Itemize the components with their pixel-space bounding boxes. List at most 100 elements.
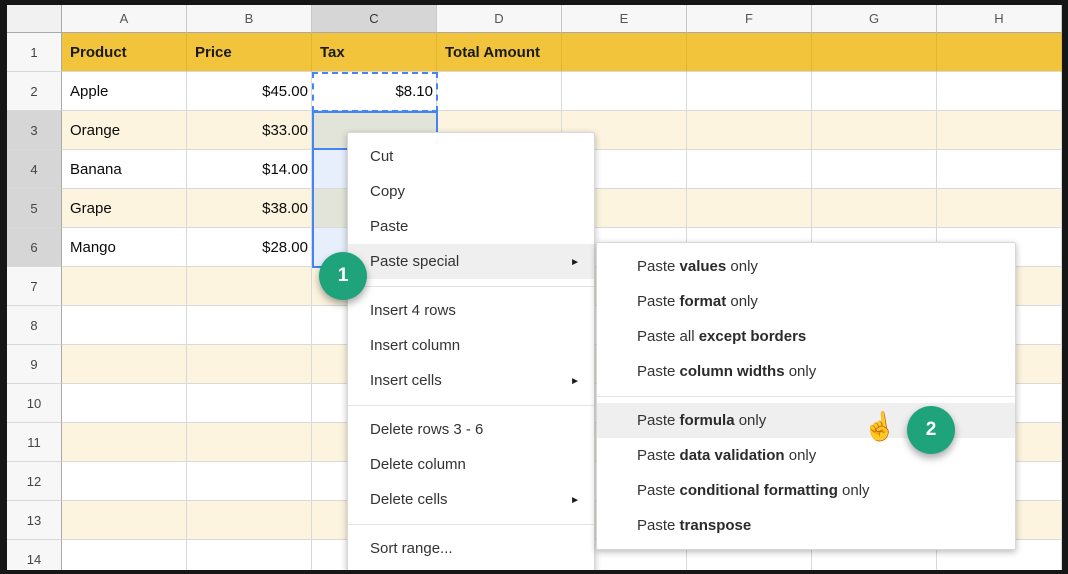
cell-B11[interactable] bbox=[187, 423, 312, 462]
menu-item-paste-data-validation-only[interactable]: Paste data validation only bbox=[597, 438, 1015, 473]
row-header-12[interactable]: 12 bbox=[7, 462, 62, 501]
cell-A6[interactable]: Mango bbox=[62, 228, 187, 267]
cell-F1[interactable] bbox=[687, 33, 812, 72]
menu-item-insert-4-rows[interactable]: Insert 4 rows bbox=[348, 293, 594, 328]
cell-B3[interactable]: $33.00 bbox=[187, 111, 312, 150]
row-header-3[interactable]: 3 bbox=[7, 111, 62, 150]
row-header-6[interactable]: 6 bbox=[7, 228, 62, 267]
cell-A11[interactable] bbox=[62, 423, 187, 462]
cell-B6[interactable]: $28.00 bbox=[187, 228, 312, 267]
menu-item-paste-column-widths-only[interactable]: Paste column widths only bbox=[597, 354, 1015, 389]
cell-H1[interactable] bbox=[937, 33, 1062, 72]
menu-item-delete-cells[interactable]: Delete cells► bbox=[348, 482, 594, 517]
row-header-11[interactable]: 11 bbox=[7, 423, 62, 462]
cell-E2[interactable] bbox=[562, 72, 687, 111]
cell-A10[interactable] bbox=[62, 384, 187, 423]
select-all-corner[interactable] bbox=[7, 5, 62, 33]
menu-item-sort-range[interactable]: Sort range... bbox=[348, 531, 594, 566]
row-header-7[interactable]: 7 bbox=[7, 267, 62, 306]
cell-H2[interactable] bbox=[937, 72, 1062, 111]
cell-G5[interactable] bbox=[812, 189, 937, 228]
cell-H5[interactable] bbox=[937, 189, 1062, 228]
menu-item-insert-cells[interactable]: Insert cells► bbox=[348, 363, 594, 398]
cell-H3[interactable] bbox=[937, 111, 1062, 150]
row-header-4[interactable]: 4 bbox=[7, 150, 62, 189]
context-menu-separator bbox=[348, 524, 594, 525]
menu-item-paste-format-only[interactable]: Paste format only bbox=[597, 284, 1015, 319]
menu-item-paste-special[interactable]: Paste special► bbox=[348, 244, 594, 279]
context-menu: CutCopyPastePaste special►Insert 4 rowsI… bbox=[347, 132, 595, 570]
submenu-arrow-icon: ► bbox=[570, 483, 580, 518]
menu-item-cut[interactable]: Cut bbox=[348, 139, 594, 174]
cell-E1[interactable] bbox=[562, 33, 687, 72]
menu-item-delete-column[interactable]: Delete column bbox=[348, 447, 594, 482]
cell-B5[interactable]: $38.00 bbox=[187, 189, 312, 228]
pointer-hand-cursor-icon: ☝ bbox=[861, 409, 899, 445]
cell-A2[interactable]: Apple bbox=[62, 72, 187, 111]
col-header-B[interactable]: B bbox=[187, 5, 312, 33]
row-header-5[interactable]: 5 bbox=[7, 189, 62, 228]
cell-D2[interactable] bbox=[437, 72, 562, 111]
submenu-arrow-icon: ► bbox=[570, 364, 580, 399]
cell-B7[interactable] bbox=[187, 267, 312, 306]
col-header-F[interactable]: F bbox=[687, 5, 812, 33]
cell-B1[interactable]: Price bbox=[187, 33, 312, 72]
cell-B9[interactable] bbox=[187, 345, 312, 384]
row-header-13[interactable]: 13 bbox=[7, 501, 62, 540]
cell-F4[interactable] bbox=[687, 150, 812, 189]
cell-H4[interactable] bbox=[937, 150, 1062, 189]
menu-item-paste-all-except-borders[interactable]: Paste all except borders bbox=[597, 319, 1015, 354]
menu-item-paste-values-only[interactable]: Paste values only bbox=[597, 249, 1015, 284]
menu-item-insert-column[interactable]: Insert column bbox=[348, 328, 594, 363]
menu-item-paste-transpose[interactable]: Paste transpose bbox=[597, 508, 1015, 543]
cell-G4[interactable] bbox=[812, 150, 937, 189]
paste-special-separator bbox=[597, 396, 1015, 397]
cell-A5[interactable]: Grape bbox=[62, 189, 187, 228]
cell-B10[interactable] bbox=[187, 384, 312, 423]
menu-item-copy[interactable]: Copy bbox=[348, 174, 594, 209]
row-header-2[interactable]: 2 bbox=[7, 72, 62, 111]
row-header-9[interactable]: 9 bbox=[7, 345, 62, 384]
col-header-G[interactable]: G bbox=[812, 5, 937, 33]
cell-A8[interactable] bbox=[62, 306, 187, 345]
cell-A14[interactable] bbox=[62, 540, 187, 570]
cell-A1[interactable]: Product bbox=[62, 33, 187, 72]
cell-A7[interactable] bbox=[62, 267, 187, 306]
cell-B13[interactable] bbox=[187, 501, 312, 540]
col-header-D[interactable]: D bbox=[437, 5, 562, 33]
cell-B12[interactable] bbox=[187, 462, 312, 501]
col-header-E[interactable]: E bbox=[562, 5, 687, 33]
cell-A9[interactable] bbox=[62, 345, 187, 384]
cell-A12[interactable] bbox=[62, 462, 187, 501]
cell-F5[interactable] bbox=[687, 189, 812, 228]
sheet-row-2: 2Apple$45.00$8.10 bbox=[7, 72, 1062, 111]
col-header-C[interactable]: C bbox=[312, 5, 437, 33]
cell-B2[interactable]: $45.00 bbox=[187, 72, 312, 111]
col-header-A[interactable]: A bbox=[62, 5, 187, 33]
row-header-10[interactable]: 10 bbox=[7, 384, 62, 423]
cell-B4[interactable]: $14.00 bbox=[187, 150, 312, 189]
cell-B8[interactable] bbox=[187, 306, 312, 345]
cell-F2[interactable] bbox=[687, 72, 812, 111]
cell-A13[interactable] bbox=[62, 501, 187, 540]
cell-F3[interactable] bbox=[687, 111, 812, 150]
screenshot-frame: ABCDEFGH1ProductPriceTaxTotal Amount2App… bbox=[0, 0, 1068, 574]
cell-G2[interactable] bbox=[812, 72, 937, 111]
context-menu-separator bbox=[348, 405, 594, 406]
step-badge-2: 2 bbox=[907, 406, 955, 454]
cell-C1[interactable]: Tax bbox=[312, 33, 437, 72]
cell-D1[interactable]: Total Amount bbox=[437, 33, 562, 72]
col-header-H[interactable]: H bbox=[937, 5, 1062, 33]
row-header-1[interactable]: 1 bbox=[7, 33, 62, 72]
row-header-14[interactable]: 14 bbox=[7, 540, 62, 570]
cell-A3[interactable]: Orange bbox=[62, 111, 187, 150]
cell-G3[interactable] bbox=[812, 111, 937, 150]
menu-item-paste-conditional-formatting-only[interactable]: Paste conditional formatting only bbox=[597, 473, 1015, 508]
row-header-8[interactable]: 8 bbox=[7, 306, 62, 345]
spreadsheet-app: ABCDEFGH1ProductPriceTaxTotal Amount2App… bbox=[7, 5, 1062, 570]
cell-A4[interactable]: Banana bbox=[62, 150, 187, 189]
cell-G1[interactable] bbox=[812, 33, 937, 72]
menu-item-paste[interactable]: Paste bbox=[348, 209, 594, 244]
menu-item-delete-rows-3-6[interactable]: Delete rows 3 - 6 bbox=[348, 412, 594, 447]
cell-B14[interactable] bbox=[187, 540, 312, 570]
